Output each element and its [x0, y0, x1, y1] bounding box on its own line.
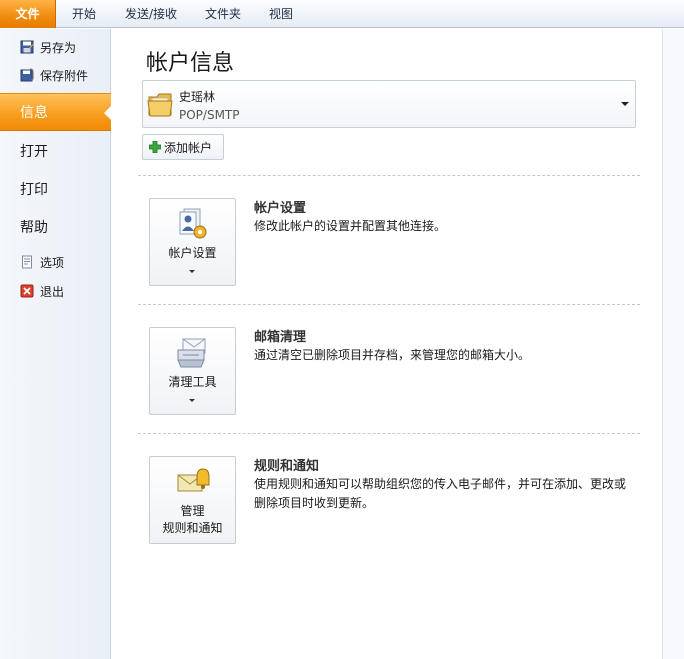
account-selector[interactable]: 史瑶林 POP/SMTP — [142, 80, 636, 128]
nav-options-label: 选项 — [40, 255, 65, 270]
rules-alerts-title: 规则和通知 — [254, 459, 320, 474]
tab-view[interactable]: 视图 — [254, 0, 308, 28]
nav-options[interactable]: 选项 — [0, 250, 111, 274]
nav-save-as[interactable]: 另存为 — [0, 35, 111, 59]
section-divider — [138, 304, 640, 305]
nav-print[interactable]: 打印 — [0, 170, 111, 208]
chevron-down-icon — [189, 399, 195, 402]
cleanup-tools-button[interactable]: 清理工具 — [149, 327, 236, 415]
account-type: POP/SMTP — [179, 108, 240, 122]
mailbox-cleanup-description: 通过清空已删除项目并存档，来管理您的邮箱大小。 — [254, 348, 531, 362]
account-settings-icon — [179, 208, 207, 239]
rules-alerts-icon — [177, 468, 210, 492]
nav-open-label: 打开 — [20, 144, 48, 160]
nav-exit-label: 退出 — [40, 284, 65, 299]
mailbox-cleanup-title: 邮箱清理 — [254, 330, 307, 345]
nav-info[interactable]: 信息 — [0, 93, 112, 131]
nav-help-label: 帮助 — [20, 220, 48, 236]
save-attachments-icon — [20, 68, 34, 82]
add-account-label: 添加帐户 — [164, 140, 213, 155]
nav-print-label: 打印 — [20, 182, 48, 198]
chevron-down-icon — [189, 270, 195, 273]
nav-save-as-label: 另存为 — [40, 40, 77, 55]
nav-exit[interactable]: 退出 — [0, 279, 111, 303]
exit-icon — [20, 284, 34, 298]
section-divider — [138, 433, 640, 434]
tab-file[interactable]: 文件 — [0, 0, 56, 28]
account-settings-button-label: 帐户设置 — [168, 246, 217, 260]
main-panel: 帐户信息 史瑶林 POP/SMTP 添加帐户 帐户设置 帐户设置 修改此帐户的设… — [112, 29, 662, 659]
nav-open[interactable]: 打开 — [0, 132, 111, 170]
account-settings-button[interactable]: 帐户设置 — [149, 198, 236, 286]
rules-alerts-description: 使用规则和通知可以帮助组织您的传入电子邮件，并可在添加、更改或删除项目时收到更新… — [254, 477, 627, 510]
nav-info-label: 信息 — [20, 105, 48, 121]
backstage-nav: 另存为 保存附件 信息 打开 打印 帮助 选项 退出 — [0, 29, 112, 659]
manage-rules-alerts-label-line1: 管理 — [180, 504, 205, 518]
tab-home[interactable]: 开始 — [58, 0, 110, 28]
account-settings-title: 帐户设置 — [254, 201, 307, 216]
save-as-icon — [20, 40, 34, 54]
cleanup-tools-button-label: 清理工具 — [168, 375, 217, 389]
section-divider — [138, 175, 640, 176]
mailbox-folder-icon — [147, 93, 173, 117]
page-title: 帐户信息 — [146, 51, 235, 76]
right-panel-edge — [662, 29, 684, 659]
tab-folder[interactable]: 文件夹 — [192, 0, 254, 28]
manage-rules-alerts-button[interactable]: 管理 规则和通知 — [149, 456, 236, 544]
add-account-button[interactable]: 添加帐户 — [142, 134, 224, 160]
nav-help[interactable]: 帮助 — [0, 208, 111, 246]
plus-icon — [149, 141, 161, 153]
mailbox-cleanup-icon — [177, 338, 206, 368]
manage-rules-alerts-label-line2: 规则和通知 — [162, 521, 223, 535]
nav-save-attachments-label: 保存附件 — [40, 68, 89, 83]
account-name: 史瑶林 — [179, 90, 216, 104]
nav-save-attachments[interactable]: 保存附件 — [0, 63, 111, 87]
tab-send-receive[interactable]: 发送/接收 — [110, 0, 192, 28]
chevron-down-icon[interactable] — [621, 102, 629, 106]
options-icon — [22, 255, 32, 269]
ribbon-tab-bar: 文件 开始 发送/接收 文件夹 视图 — [0, 0, 684, 28]
account-settings-description: 修改此帐户的设置并配置其他连接。 — [254, 219, 447, 233]
